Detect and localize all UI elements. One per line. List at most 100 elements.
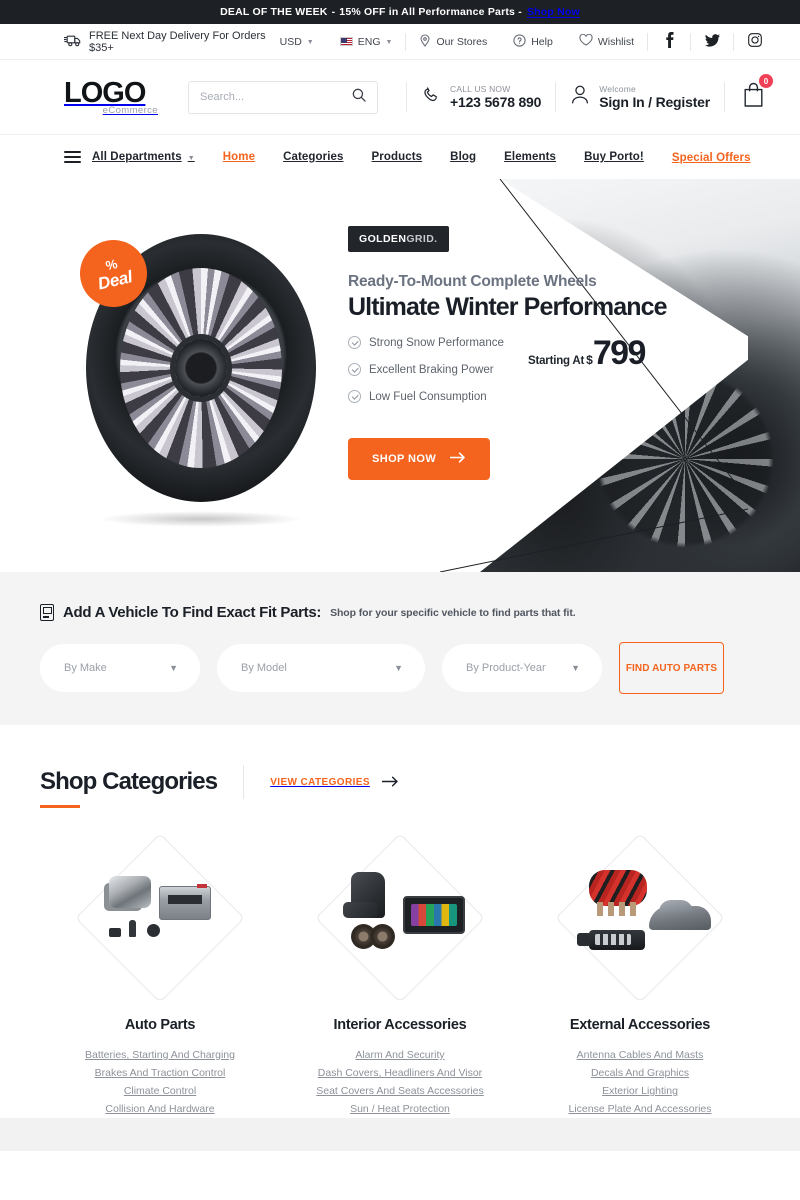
hamburger-menu-icon[interactable] [64,151,81,163]
chevron-down-icon: ▼ [169,663,178,673]
hero-feature-item: Strong Snow Performance [348,336,528,349]
call-us-block[interactable]: CALL US NOW +123 5678 890 [407,84,555,111]
category-sublink[interactable]: Dash Covers, Headliners And Visor [280,1064,520,1082]
hero-banner: % Deal GOLDENGRID. Ready-To-Mount Comple… [0,179,800,572]
category-image-frame [75,833,245,1003]
car-cover-icon [649,900,711,930]
make-dropdown-value: By Make [64,662,107,674]
vehicle-finder-controls: By Make ▼ By Model ▼ By Product-Year ▼ F… [40,642,760,694]
view-categories-link[interactable]: VIEW CATEGORIES [270,775,399,790]
shop-categories-header: Shop Categories VIEW CATEGORIES [40,765,760,811]
cart-count-badge: 0 [759,74,773,88]
hero-brand-bold: GOLDEN [359,233,407,245]
external-accessories-image [565,858,715,978]
chevron-down-icon: ▼ [385,39,393,46]
nav-item-home[interactable]: Home [209,151,269,163]
category-sublink[interactable]: License Plate And Accessories [520,1100,760,1118]
utility-right-group: USD ▼ ENG ▼ Our Stores Help Wishlist [267,32,776,51]
help-link[interactable]: Help [500,33,566,50]
search-icon[interactable] [352,88,366,107]
vehicle-card-icon [40,604,54,621]
category-image-frame [555,833,725,1003]
nav-item-buy-porto[interactable]: Buy Porto! [570,151,658,163]
category-sublink[interactable]: Seat Covers And Seats Accessories [280,1082,520,1100]
category-image-frame [315,833,485,1003]
twitter-icon[interactable] [691,33,733,50]
deal-bar-shop-now-link[interactable]: Shop Now [527,6,580,18]
category-sublink[interactable]: Alarm And Security [280,1046,520,1064]
search-bar[interactable] [188,80,378,114]
chevron-down-icon: ▼ [187,154,195,162]
nav-item-elements[interactable]: Elements [490,151,570,163]
vehicle-finder-header: Add A Vehicle To Find Exact Fit Parts: S… [40,604,760,621]
call-us-label: CALL US NOW [450,83,511,94]
hero-details-row: Strong Snow Performance Excellent Brakin… [348,336,708,417]
us-flag-icon [339,37,353,46]
phone-icon [421,85,441,110]
hero-brand-light: GRID. [406,233,438,245]
primary-navigation: All Departments ▼ Home Categories Produc… [0,134,800,179]
model-dropdown[interactable]: By Model ▼ [217,644,425,692]
category-sublink[interactable]: Brakes And Traction Control [40,1064,280,1082]
chevron-down-icon: ▼ [306,39,314,46]
nav-item-categories[interactable]: Categories [269,151,357,163]
nav-right-group: Special Offers [658,148,751,166]
bearing-icon [147,924,160,937]
category-sublink[interactable]: Climate Control [40,1082,280,1100]
category-card[interactable]: Auto Parts Batteries, Starting And Charg… [40,833,280,1118]
site-logo[interactable]: LOGO eCommerce [64,78,158,116]
currency-selector[interactable]: USD ▼ [267,36,327,48]
hero-wheel-image: % Deal [70,233,318,527]
wishlist-link[interactable]: Wishlist [566,33,647,49]
category-sublink[interactable]: Decals And Graphics [520,1064,760,1082]
free-delivery-notice: FREE Next Day Delivery For Orders $35+ [63,30,267,54]
interior-accessories-image [325,858,475,978]
shopping-bag-icon [741,82,766,112]
category-card[interactable]: External Accessories Antenna Cables And … [520,833,760,1118]
shop-categories-inner: Shop Categories VIEW CATEGORIES Auto Par… [40,765,760,1118]
nav-item-blog[interactable]: Blog [436,151,490,163]
page-bottom-strip [0,1118,800,1152]
auto-parts-image [85,858,235,978]
cart-button[interactable]: 0 [725,74,776,113]
nav-item-special-offers[interactable]: Special Offers [658,152,751,164]
year-dropdown-value: By Product-Year [466,662,546,674]
category-grid: Auto Parts Batteries, Starting And Charg… [40,833,760,1118]
category-sublink[interactable]: Exterior Lighting [520,1082,760,1100]
category-sublink[interactable]: Collision And Hardware [40,1100,280,1118]
search-input[interactable] [200,91,352,103]
category-sublink[interactable]: Batteries, Starting And Charging [40,1046,280,1064]
instagram-icon[interactable] [734,33,776,50]
deal-of-the-week-bar: DEAL OF THE WEEK - 15% OFF in All Perfor… [0,0,800,24]
hero-price-currency: $ [586,353,593,367]
deal-badge-label: Deal [96,267,135,294]
sign-in-register-link[interactable]: Sign In / Register [599,94,710,110]
nav-item-products[interactable]: Products [358,151,437,163]
hero-shop-now-label: SHOP NOW [372,453,437,465]
category-sublink[interactable]: Antenna Cables And Masts [520,1046,760,1064]
account-block[interactable]: Welcome Sign In / Register [556,84,724,111]
check-circle-icon [348,390,361,403]
year-dropdown[interactable]: By Product-Year ▼ [442,644,602,692]
category-sublink[interactable]: Sun / Heat Protection [280,1100,520,1118]
shop-categories-title: Shop Categories [40,768,218,808]
find-auto-parts-button[interactable]: FIND AUTO PARTS [619,642,724,694]
check-circle-icon [348,336,361,349]
check-circle-icon [348,363,361,376]
currency-label: USD [279,35,302,48]
language-selector[interactable]: ENG ▼ [327,36,406,48]
nav-all-departments[interactable]: All Departments ▼ [92,151,209,163]
make-dropdown[interactable]: By Make ▼ [40,644,200,692]
deal-bar-label: DEAL OF THE WEEK [220,6,328,18]
small-part-icon [109,928,121,937]
category-links: Batteries, Starting And Charging Brakes … [40,1046,280,1118]
facebook-icon[interactable] [648,32,690,51]
our-stores-link[interactable]: Our Stores [406,33,500,50]
car-seat-icon [343,872,385,918]
heart-icon [579,33,593,49]
category-card[interactable]: Interior Accessories Alarm And Security … [280,833,520,1118]
hero-price-value: 799 [592,334,647,372]
chevron-down-icon: ▼ [571,663,580,673]
hero-feature-item: Excellent Braking Power [348,363,528,376]
hero-shop-now-button[interactable]: SHOP NOW [348,438,491,480]
